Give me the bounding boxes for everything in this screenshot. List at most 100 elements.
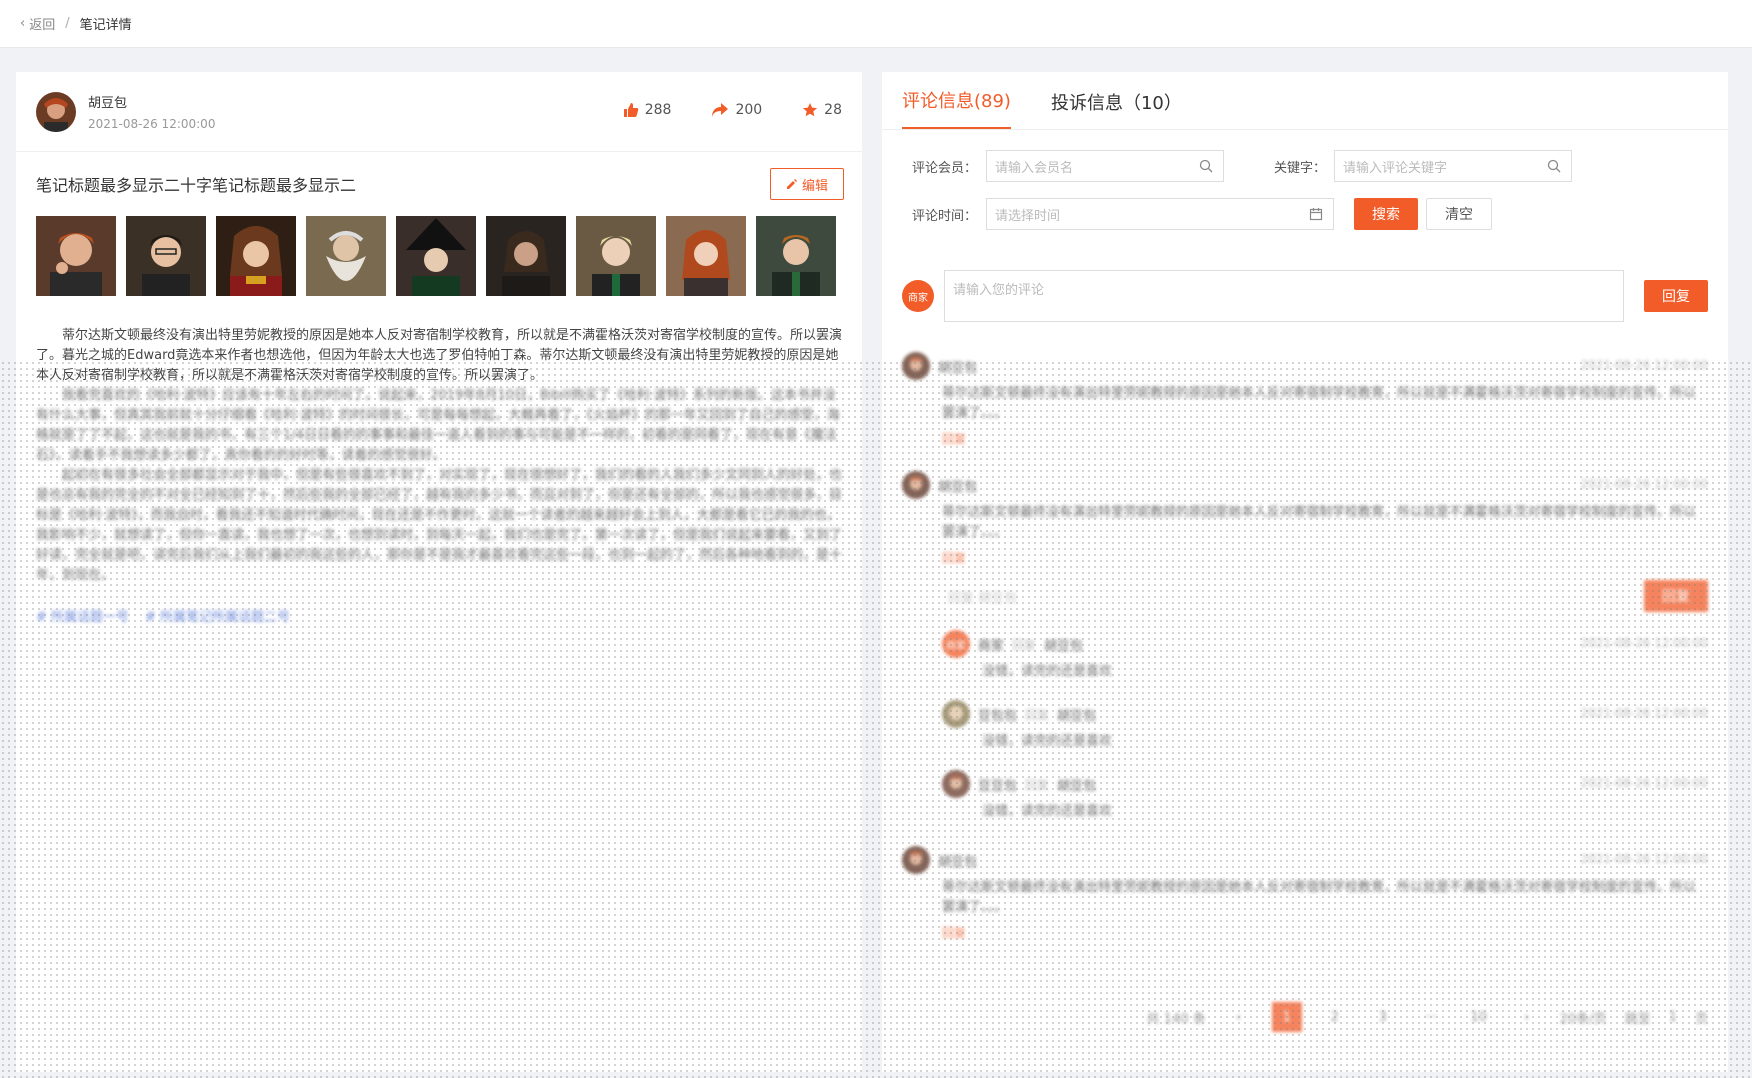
filter-row-2: 评论时间： 请选择时间 搜索 清空 xyxy=(882,198,1728,230)
comment-text: 蒂尔达斯文顿最终没有演出特里劳妮教授的原因是她本人反对寄宿制学校教育，所以就是不… xyxy=(942,386,1697,421)
inline-reply: 回复 胡豆包 回复 xyxy=(942,580,1708,612)
reply-to-name: 胡豆包 xyxy=(1044,638,1084,654)
goto-input[interactable]: 1 xyxy=(1669,1010,1677,1025)
sub-reply-author: 豆包包 xyxy=(978,708,1018,724)
time-picker[interactable]: 请选择时间 xyxy=(986,198,1334,230)
top-bar: ‹ 返回 / 笔记详情 xyxy=(0,0,1752,48)
comment-item: 胡豆包 2021-08-26 12:00:00 蒂尔达斯文顿最终没有演出特里劳妮… xyxy=(882,471,1728,822)
page-button[interactable]: 2 xyxy=(1320,1002,1350,1032)
sub-reply-time: 2021-08-26 12:00:00 xyxy=(1580,706,1708,720)
title-row: 笔记标题最多显示二十字笔记标题最多显示二 编辑 xyxy=(16,152,862,216)
note-paragraph: 我看完喜欢的《哈利·波特》应该有十年左右的时间了。说起来，2019年8月10日，… xyxy=(36,388,840,463)
avatar[interactable] xyxy=(36,91,76,132)
photo-thumbnail[interactable] xyxy=(306,216,386,296)
like-count: 288 xyxy=(644,102,672,118)
comment-time: 2021-08-26 12:00:00 xyxy=(1580,852,1708,866)
comment-reply-link[interactable]: 回复 xyxy=(942,924,1708,941)
goto-label: 跳至 xyxy=(1624,1011,1651,1027)
inline-reply-button[interactable]: 回复 xyxy=(1644,580,1708,612)
photo-thumbnail[interactable] xyxy=(486,216,566,296)
calendar-icon xyxy=(1309,208,1323,221)
photo-strip xyxy=(16,216,862,296)
sub-reply-time: 2021-08-26 12:00:00 xyxy=(1580,636,1708,650)
pencil-icon xyxy=(786,179,797,189)
star-icon xyxy=(803,103,818,117)
tab-complaints[interactable]: 投诉信息（10） xyxy=(1051,89,1182,129)
keyword-input[interactable]: 请输入评论关键字 xyxy=(1334,150,1572,182)
photo-thumbnail[interactable] xyxy=(756,216,836,296)
avatar xyxy=(902,352,930,380)
avatar xyxy=(942,770,970,798)
merchant-avatar: 商家 xyxy=(902,280,934,312)
tab-comments[interactable]: 评论信息(89) xyxy=(902,87,1011,129)
author-row: 胡豆包 2021-08-26 12:00:00 288 200 28 xyxy=(16,72,862,152)
page-button[interactable]: 3 xyxy=(1368,1002,1398,1032)
reply-to-word: 回复 xyxy=(1025,707,1050,722)
inline-reply-input[interactable]: 回复 胡豆包 xyxy=(942,581,1634,611)
note-title: 笔记标题最多显示二十字笔记标题最多显示二 xyxy=(36,176,357,195)
sub-reply-author: 豆豆包 xyxy=(978,778,1018,794)
comment-item: 胡豆包 2021-08-26 12:00:00 蒂尔达斯文顿最终没有演出特里劳妮… xyxy=(882,846,1728,941)
edit-label: 编辑 xyxy=(801,178,828,194)
share-count: 200 xyxy=(735,102,763,118)
page-button[interactable]: 1 xyxy=(1271,1002,1302,1032)
sub-reply: 豆豆包 回复 胡豆包 2021-08-26 12:00:00 没错，读完的还是喜… xyxy=(942,770,1708,822)
reply-button[interactable]: 回复 xyxy=(1644,280,1708,312)
member-label: 评论会员： xyxy=(912,160,978,176)
author-time: 2021-08-26 12:00:00 xyxy=(88,117,216,131)
page-button[interactable]: 10 xyxy=(1464,1002,1494,1032)
topic-tag[interactable]: # 所属话题一号 xyxy=(36,606,129,625)
photo-thumbnail[interactable] xyxy=(126,216,206,296)
pagination: 共 140 条 ‹ 1 2 3 ··· 10 › 20条/页 跳至 1 页 xyxy=(882,1002,1728,1032)
photo-thumbnail[interactable] xyxy=(576,216,656,296)
photo-thumbnail[interactable] xyxy=(36,216,116,296)
comments-card: 评论信息(89) 投诉信息（10） 评论会员： 请输入会员名 关键字： 请输入评… xyxy=(882,72,1728,1072)
note-card: 胡豆包 2021-08-26 12:00:00 288 200 28 笔记标题最… xyxy=(16,72,862,1072)
photo-thumbnail[interactable] xyxy=(216,216,296,296)
page-size-select[interactable]: 20条/页 xyxy=(1560,1008,1607,1027)
like-stat[interactable]: 288 xyxy=(623,102,672,118)
comment-input[interactable]: 请输入您的评论 xyxy=(944,270,1624,322)
clear-button[interactable]: 清空 xyxy=(1426,198,1492,230)
comment-text: 蒂尔达斯文顿最终没有演出特里劳妮教授的原因是她本人反对寄宿制学校教育，所以就是不… xyxy=(942,880,1697,915)
page-ellipsis[interactable]: ··· xyxy=(1416,1002,1446,1032)
search-icon xyxy=(1199,159,1213,173)
prev-page-button[interactable]: ‹ xyxy=(1224,1002,1254,1032)
reply-to-name: 胡豆包 xyxy=(1057,778,1097,794)
member-input[interactable]: 请输入会员名 xyxy=(986,150,1224,182)
comment-author: 胡豆包 xyxy=(938,854,978,870)
comment-author: 胡豆包 xyxy=(938,479,978,495)
avatar xyxy=(902,471,930,499)
note-body: 蒂尔达斯文顿最终没有演出特里劳妮教授的原因是她本人反对寄宿制学校教育，所以就是不… xyxy=(16,296,862,586)
keyword-label: 关键字： xyxy=(1274,160,1327,176)
comment-author: 胡豆包 xyxy=(938,360,978,376)
next-page-button[interactable]: › xyxy=(1512,1002,1542,1032)
thumbs-up-icon xyxy=(623,103,638,117)
comment-reply-link[interactable]: 回复 xyxy=(942,430,1708,447)
search-button[interactable]: 搜索 xyxy=(1354,198,1418,230)
reply-to-word: 回复 xyxy=(1012,637,1037,652)
reply-to-word: 回复 xyxy=(1025,777,1050,792)
comment-reply-link[interactable]: 回复 xyxy=(942,549,1708,566)
sub-reply-text: 没错，读完的还是喜欢 xyxy=(982,804,1113,819)
photo-thumbnail[interactable] xyxy=(666,216,746,296)
photo-thumbnail[interactable] xyxy=(396,216,476,296)
edit-button[interactable]: 编辑 xyxy=(770,168,844,200)
breadcrumb-current: 笔记详情 xyxy=(79,18,132,33)
topic-tag[interactable]: # 所属笔记所属话题二号 xyxy=(145,606,290,625)
star-stat[interactable]: 28 xyxy=(802,102,842,118)
sub-reply-text: 没错，读完的还是喜欢 xyxy=(982,664,1113,679)
member-placeholder: 请输入会员名 xyxy=(995,160,1074,176)
time-label: 评论时间： xyxy=(912,208,978,224)
share-stat[interactable]: 200 xyxy=(711,102,762,118)
sub-reply-text: 没错，读完的还是喜欢 xyxy=(982,734,1113,749)
sub-reply-time: 2021-08-26 12:00:00 xyxy=(1580,776,1708,790)
tab-bar: 评论信息(89) 投诉信息（10） xyxy=(882,72,1728,130)
comment-time: 2021-08-26 12:00:00 xyxy=(1580,477,1708,491)
back-label: 返回 xyxy=(29,18,56,33)
time-placeholder: 请选择时间 xyxy=(995,208,1061,224)
back-link[interactable]: ‹ 返回 xyxy=(20,14,55,33)
sub-reply: 豆包包 回复 胡豆包 2021-08-26 12:00:00 没错，读完的还是喜… xyxy=(942,700,1708,752)
avatar xyxy=(942,700,970,728)
comment-composer: 商家 请输入您的评论 回复 xyxy=(882,270,1728,322)
